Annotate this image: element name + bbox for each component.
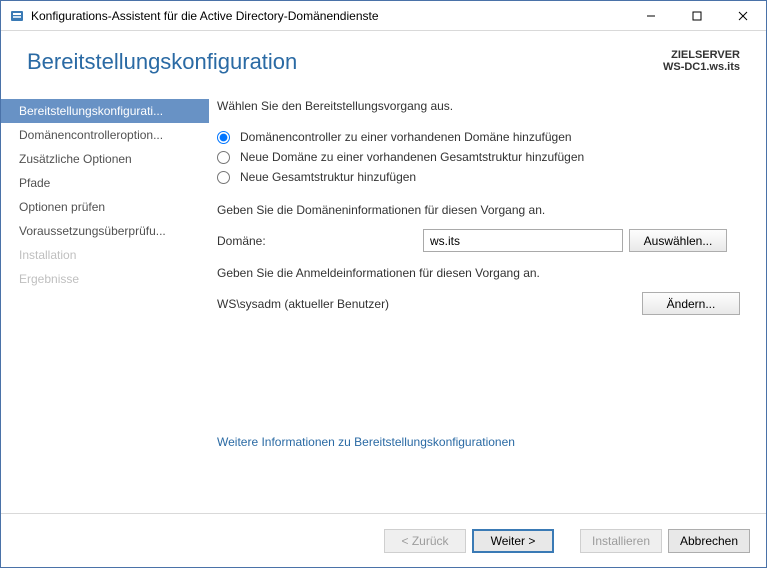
step-additional-options[interactable]: Zusätzliche Optionen [1, 147, 209, 171]
select-domain-button[interactable]: Auswählen... [629, 229, 727, 252]
more-info-link[interactable]: Weitere Informationen zu Bereitstellungs… [217, 435, 515, 449]
target-server-label: ZIELSERVER [663, 49, 740, 61]
domain-field-row: Domäne: Auswählen... [217, 229, 740, 252]
window-title: Konfigurations-Assistent für die Active … [31, 9, 628, 23]
page-title: Bereitstellungskonfiguration [27, 49, 297, 75]
wizard-content: Wählen Sie den Bereitstellungsvorgang au… [209, 85, 766, 513]
current-user-text: WS\sysadm (aktueller Benutzer) [217, 297, 389, 311]
page-header: Bereitstellungskonfiguration ZIELSERVER … [1, 31, 766, 85]
wizard-window: Konfigurations-Assistent für die Active … [0, 0, 767, 568]
radio-add-dc-existing-domain-input[interactable] [217, 131, 230, 144]
minimize-button[interactable] [628, 1, 674, 30]
deployment-operation-radios: Domänencontroller zu einer vorhandenen D… [217, 127, 740, 187]
step-installation: Installation [1, 243, 209, 267]
change-credentials-button[interactable]: Ändern... [642, 292, 740, 315]
next-button[interactable]: Weiter > [472, 529, 554, 553]
step-dc-options[interactable]: Domänencontrolleroption... [1, 123, 209, 147]
radio-new-domain-existing-forest[interactable]: Neue Domäne zu einer vorhandenen Gesamts… [217, 147, 740, 167]
wizard-body: Bereitstellungskonfigurati... Domänencon… [1, 85, 766, 513]
step-deployment-config[interactable]: Bereitstellungskonfigurati... [1, 99, 209, 123]
back-button: < Zurück [384, 529, 466, 553]
step-results: Ergebnisse [1, 267, 209, 291]
app-icon [9, 8, 25, 24]
radio-new-domain-existing-forest-input[interactable] [217, 151, 230, 164]
credentials-row: WS\sysadm (aktueller Benutzer) Ändern... [217, 292, 740, 315]
domain-section-label: Geben Sie die Domäneninformationen für d… [217, 203, 740, 217]
wizard-footer: < Zurück Weiter > Installieren Abbrechen [1, 513, 766, 567]
maximize-button[interactable] [674, 1, 720, 30]
radio-new-forest-input[interactable] [217, 171, 230, 184]
step-paths[interactable]: Pfade [1, 171, 209, 195]
cancel-button[interactable]: Abbrechen [668, 529, 750, 553]
radio-add-dc-existing-domain[interactable]: Domänencontroller zu einer vorhandenen D… [217, 127, 740, 147]
radio-label: Neue Domäne zu einer vorhandenen Gesamts… [240, 150, 584, 164]
close-button[interactable] [720, 1, 766, 30]
target-server-block: ZIELSERVER WS-DC1.ws.its [663, 49, 740, 73]
creds-section-label: Geben Sie die Anmeldeinformationen für d… [217, 266, 740, 280]
window-controls [628, 1, 766, 30]
radio-label: Neue Gesamtstruktur hinzufügen [240, 170, 416, 184]
radio-new-forest[interactable]: Neue Gesamtstruktur hinzufügen [217, 167, 740, 187]
step-review-options[interactable]: Optionen prüfen [1, 195, 209, 219]
radio-label: Domänencontroller zu einer vorhandenen D… [240, 130, 572, 144]
step-prereq-check[interactable]: Voraussetzungsüberprüfu... [1, 219, 209, 243]
titlebar[interactable]: Konfigurations-Assistent für die Active … [1, 1, 766, 31]
intro-text: Wählen Sie den Bereitstellungsvorgang au… [217, 99, 740, 113]
domain-input[interactable] [423, 229, 623, 252]
wizard-steps-sidebar: Bereitstellungskonfigurati... Domänencon… [1, 85, 209, 513]
domain-field-label: Domäne: [217, 234, 417, 248]
target-server-value: WS-DC1.ws.its [663, 61, 740, 73]
install-button: Installieren [580, 529, 662, 553]
